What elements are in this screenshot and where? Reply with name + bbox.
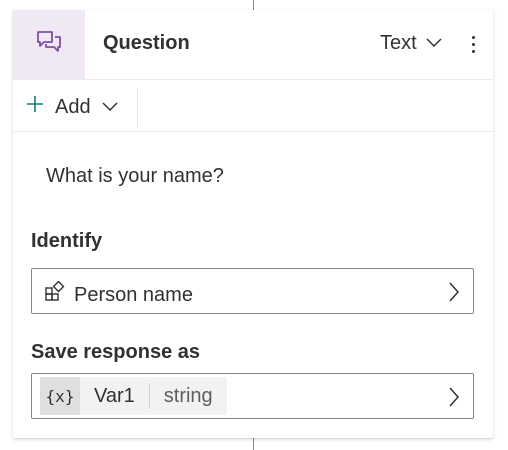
variable-name: Var1 xyxy=(80,383,150,409)
chevron-down-icon xyxy=(101,96,119,119)
question-node-card[interactable]: Question Text Add What is your name? Ide… xyxy=(13,10,493,438)
chevron-right-icon xyxy=(447,281,461,308)
question-message-text[interactable]: What is your name? xyxy=(46,165,224,188)
save-response-variable-field[interactable]: {x} Var1 string xyxy=(31,373,474,419)
node-icon-tile xyxy=(13,10,85,79)
response-type-label: Text xyxy=(380,32,417,54)
identify-label: Identify xyxy=(31,230,103,252)
toolbar-divider xyxy=(137,88,138,128)
chat-bubbles-icon xyxy=(35,29,63,60)
add-button[interactable]: Add xyxy=(25,94,119,120)
flow-connector-bottom xyxy=(253,438,254,450)
more-options-button[interactable] xyxy=(466,32,480,56)
variable-icon: {x} xyxy=(40,377,80,415)
variable-type: string xyxy=(163,384,213,407)
save-response-label: Save response as xyxy=(31,341,200,363)
flow-connector-top xyxy=(253,0,254,10)
node-header: Question Text xyxy=(13,10,493,80)
entity-shapes-icon xyxy=(44,280,66,309)
variable-chip[interactable]: {x} Var1 string xyxy=(40,377,227,415)
response-type-dropdown[interactable]: Text xyxy=(380,32,443,55)
add-button-label: Add xyxy=(55,95,91,118)
chevron-down-icon xyxy=(425,32,443,55)
identify-entity-value: Person name xyxy=(74,283,193,306)
node-title: Question xyxy=(103,32,190,54)
plus-icon xyxy=(25,94,45,120)
chevron-right-icon xyxy=(447,386,461,413)
identify-entity-field[interactable]: Person name xyxy=(31,268,474,314)
node-toolbar: Add xyxy=(13,80,493,132)
